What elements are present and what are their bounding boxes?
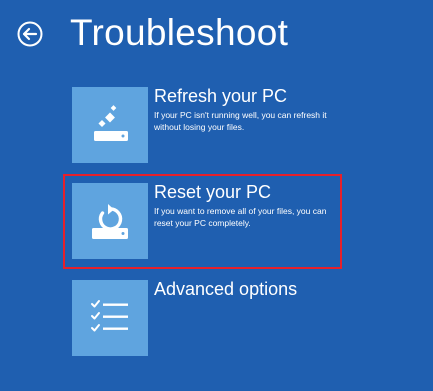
advanced-options-tile [72, 280, 148, 356]
checklist-icon [91, 300, 128, 332]
reset-pc-description: If you want to remove all of your files,… [154, 206, 327, 228]
page-title: Troubleshoot [70, 12, 289, 53]
reset-pc-option[interactable]: Reset your PC If you want to remove all … [72, 182, 344, 261]
refresh-pc-title: Refresh your PC [154, 86, 288, 106]
advanced-options-option[interactable]: Advanced options [72, 279, 344, 358]
reset-pc-title: Reset your PC [154, 182, 272, 202]
advanced-options-title: Advanced options [154, 279, 298, 299]
refresh-pc-option[interactable]: Refresh your PC If your PC isn't running… [72, 86, 344, 165]
refresh-pc-icon [94, 105, 128, 141]
refresh-pc-description: If your PC isn't running well, you can r… [154, 110, 327, 132]
back-button[interactable] [17, 21, 43, 47]
reset-pc-icon [92, 204, 128, 239]
refresh-pc-tile [72, 87, 148, 163]
back-arrow-circle-icon [17, 21, 43, 47]
reset-pc-tile [72, 183, 148, 259]
